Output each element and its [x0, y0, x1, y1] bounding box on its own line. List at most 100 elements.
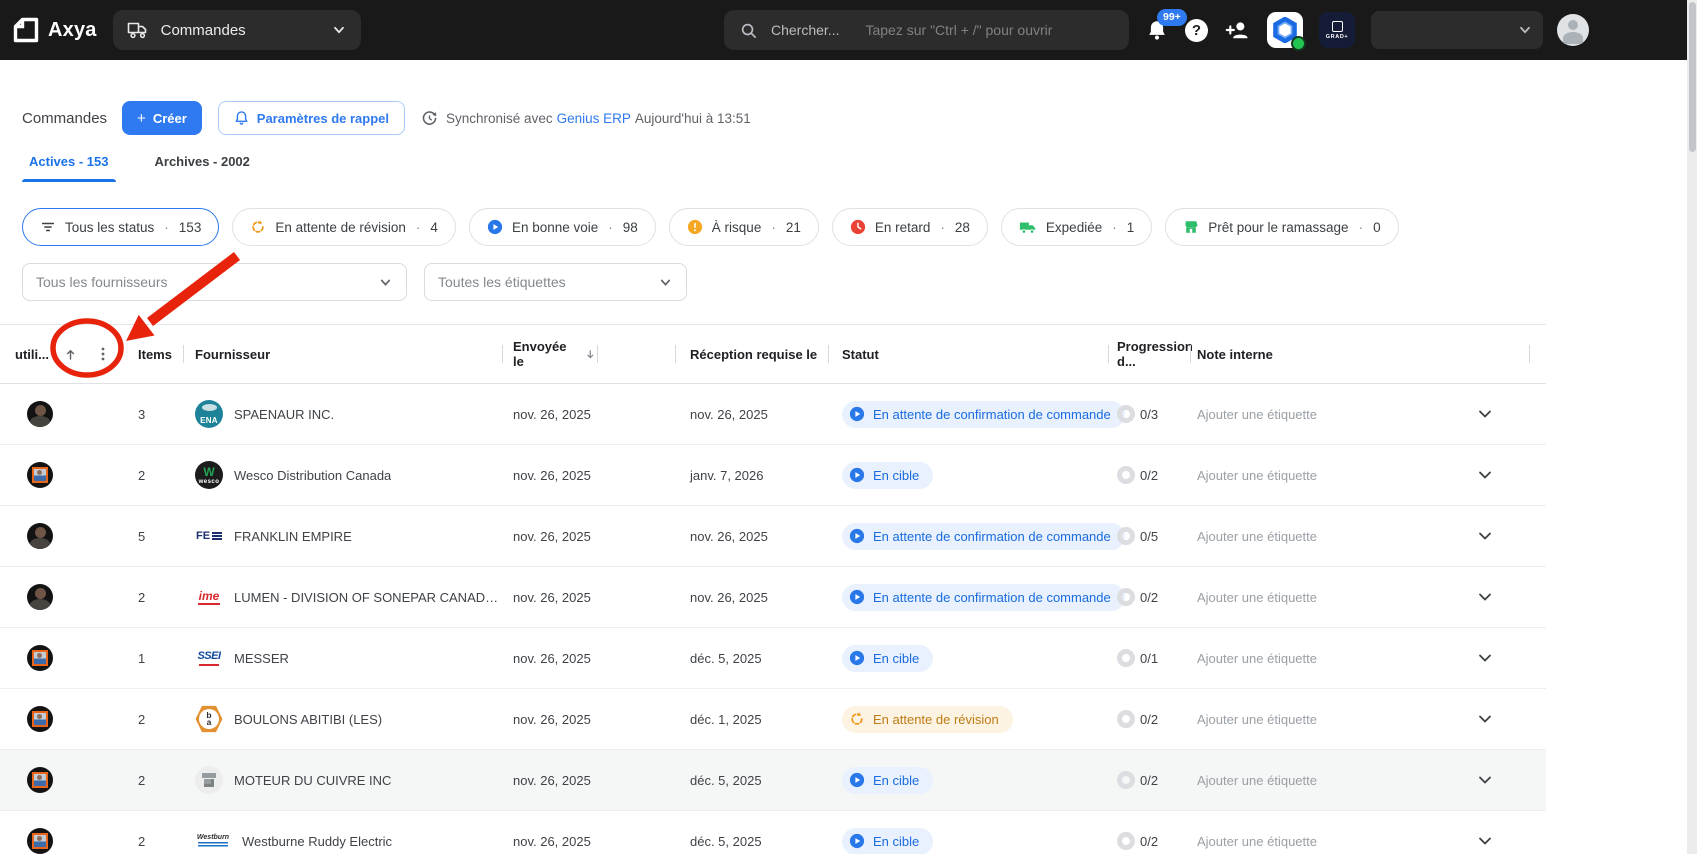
supplier-name: FRANKLIN EMPIRE: [234, 528, 352, 544]
sent-date: nov. 26, 2025: [513, 772, 591, 788]
global-search[interactable]: Chercher... Tapez sur "Ctrl + /" pour ou…: [724, 10, 1129, 50]
tab-label: Actives - 153: [29, 154, 109, 169]
table-body: 3 ENA SPAENAUR INC. nov. 26, 2025 nov. 2…: [0, 384, 1546, 854]
assignee-avatar: [27, 523, 53, 549]
add-tag-button[interactable]: Ajouter une étiquette: [1197, 529, 1317, 544]
col-supplier: Fournisseur: [195, 346, 271, 362]
status-badge: En attente de confirmation de commande: [842, 522, 1125, 550]
chip-count: 28: [954, 219, 970, 235]
tag-filter-placeholder: Toutes les étiquettes: [438, 274, 566, 290]
required-date: déc. 5, 2025: [690, 772, 762, 788]
help-icon: ?: [1185, 18, 1208, 42]
table-row[interactable]: 1 SSEI MESSER nov. 26, 2025 déc. 5, 2025…: [0, 628, 1546, 689]
supplier-logo: [195, 766, 223, 794]
table-row[interactable]: 2 ime LUMEN - DIVISION OF SONEPAR CANADA…: [0, 567, 1546, 628]
add-tag-button[interactable]: Ajouter une étiquette: [1197, 590, 1317, 605]
help-button[interactable]: ?: [1185, 18, 1208, 42]
supplier-logo: ime: [197, 588, 221, 605]
required-date: nov. 26, 2025: [690, 406, 768, 422]
module-switcher[interactable]: Commandes: [112, 10, 361, 50]
sent-date: nov. 26, 2025: [513, 589, 591, 605]
assignee-avatar: [27, 767, 53, 793]
tag-filter[interactable]: Toutes les étiquettes: [424, 263, 687, 301]
status-chip-2[interactable]: En bonne voie · 98: [468, 208, 656, 246]
chip-count: 0: [1373, 219, 1381, 235]
sort-asc-icon[interactable]: [63, 347, 78, 362]
items-count: 2: [138, 772, 146, 788]
items-count: 2: [138, 833, 146, 849]
chevron-down-icon: [380, 279, 391, 286]
reminder-settings-label: Paramètres de rappel: [256, 110, 390, 126]
sync-erp-link[interactable]: Genius ERP: [557, 111, 631, 126]
status-chip-1[interactable]: En attente de révision · 4: [232, 208, 456, 246]
table-row[interactable]: 5 FE FRANKLIN EMPIRE nov. 26, 2025 nov. …: [0, 506, 1546, 567]
table-row[interactable]: 2 Westburn Westburne Ruddy Electric nov.…: [0, 811, 1546, 854]
supplier-filter[interactable]: Tous les fournisseurs: [22, 263, 407, 301]
chip-label: Expediée: [1045, 219, 1103, 235]
expand-chevron-icon[interactable]: [1477, 589, 1493, 605]
user-avatar[interactable]: [1557, 14, 1589, 46]
notifications-button[interactable]: 99+: [1146, 9, 1187, 41]
status-chip-0[interactable]: Tous les status · 153: [22, 208, 220, 246]
expand-chevron-icon[interactable]: [1477, 528, 1493, 544]
tab-archives[interactable]: Archives - 2002: [148, 145, 257, 182]
supplier-logo: FE: [195, 522, 223, 550]
grad-app-label: GRAD+: [1325, 33, 1349, 40]
status-chip-4[interactable]: En retard · 28: [831, 208, 988, 246]
expand-chevron-icon[interactable]: [1477, 833, 1493, 849]
scrollbar-thumb[interactable]: [1688, 2, 1696, 152]
invite-user-button[interactable]: [1225, 19, 1251, 41]
expand-chevron-icon[interactable]: [1477, 406, 1493, 422]
sent-date: nov. 26, 2025: [513, 406, 591, 422]
expand-chevron-icon[interactable]: [1477, 772, 1493, 788]
app-tile-hex[interactable]: [1267, 12, 1306, 51]
status-icon: [849, 833, 865, 849]
scrollbar[interactable]: [1687, 0, 1697, 854]
add-tag-button[interactable]: Ajouter une étiquette: [1197, 468, 1317, 483]
status-chip-6[interactable]: Prêt pour le ramassage · 0: [1165, 208, 1399, 246]
topbar: Axya Commandes Chercher... Tapez sur "Ct…: [0, 0, 1697, 60]
table-row[interactable]: 2 Wwesco Wesco Distribution Canada nov. …: [0, 445, 1546, 506]
supplier-name: MOTEUR DU CUIVRE INC: [234, 772, 392, 788]
add-tag-button[interactable]: Ajouter une étiquette: [1197, 651, 1317, 666]
chip-separator: ·: [1358, 219, 1364, 235]
notification-badge: 99+: [1157, 9, 1187, 26]
col-reception: Réception requise le: [690, 346, 818, 362]
status-badge: En cible: [842, 827, 934, 854]
sort-desc-icon: [587, 349, 594, 358]
add-tag-button[interactable]: Ajouter une étiquette: [1197, 712, 1317, 727]
status-icon: [849, 528, 865, 544]
chip-label: À risque: [711, 219, 762, 235]
filter-icon: [40, 219, 56, 235]
supplier-logo: Wwesco: [195, 461, 223, 489]
table-row[interactable]: 2 ba BOULONS ABITIBI (LES) nov. 26, 2025…: [0, 689, 1546, 750]
expand-chevron-icon[interactable]: [1477, 650, 1493, 666]
column-menu-icon[interactable]: [96, 346, 110, 362]
topbar-dropdown[interactable]: [1371, 11, 1543, 49]
status-icon: [849, 772, 865, 788]
col-sent-sortable[interactable]: Envoyée le: [502, 325, 597, 383]
app-tile-grad[interactable]: GRAD+: [1319, 12, 1355, 48]
supplier-logo: Westburn: [195, 827, 231, 854]
col-empty: [597, 325, 675, 383]
table-row[interactable]: 2 MOTEUR DU CUIVRE INC nov. 26, 2025 déc…: [0, 750, 1546, 811]
tab-actives[interactable]: Actives - 153: [22, 145, 116, 182]
expand-chevron-icon[interactable]: [1477, 711, 1493, 727]
expand-chevron-icon[interactable]: [1477, 467, 1493, 483]
store-icon: [1183, 219, 1199, 235]
add-tag-button[interactable]: Ajouter une étiquette: [1197, 834, 1317, 849]
chip-count: 153: [178, 219, 202, 235]
status-chip-5[interactable]: Expediée · 1: [1000, 208, 1153, 246]
items-count: 3: [138, 406, 146, 422]
play-icon: [487, 219, 503, 235]
assignee-avatar: [27, 828, 53, 854]
status-chip-3[interactable]: À risque · 21: [668, 208, 819, 246]
table-row[interactable]: 3 ENA SPAENAUR INC. nov. 26, 2025 nov. 2…: [0, 384, 1546, 445]
progress-count: 0/2: [1140, 833, 1159, 849]
sent-date: nov. 26, 2025: [513, 650, 591, 666]
create-button[interactable]: + Créer: [122, 101, 202, 135]
add-tag-button[interactable]: Ajouter une étiquette: [1197, 773, 1317, 788]
reminder-settings-button[interactable]: Paramètres de rappel: [217, 101, 406, 135]
chevron-down-icon: [1520, 26, 1530, 34]
add-tag-button[interactable]: Ajouter une étiquette: [1197, 407, 1317, 422]
